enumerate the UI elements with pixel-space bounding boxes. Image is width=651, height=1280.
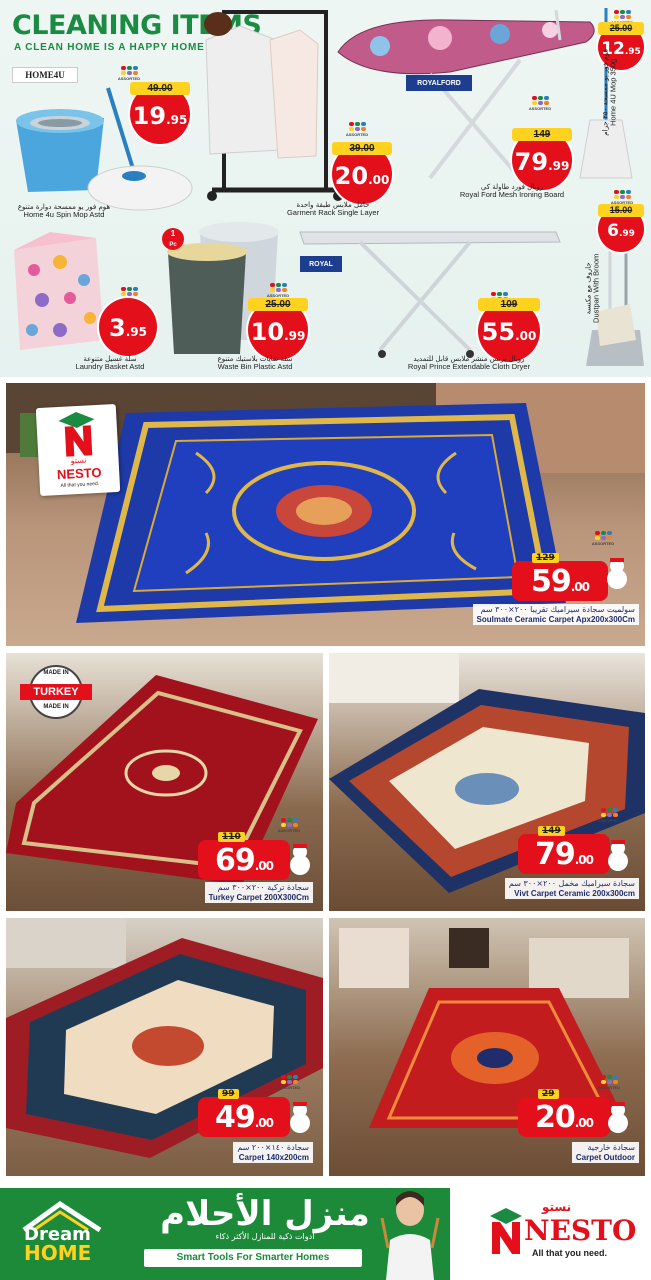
garment-rack-image xyxy=(204,10,343,201)
price-tag-laundry-basket: 3.95 xyxy=(99,298,157,356)
price-tag-waste-bin: 25.00 10.99 xyxy=(248,298,308,360)
assorted-badge: ASSORTED xyxy=(344,122,370,137)
label-cloth-dryer: رويال برنس منشر ملابس قابل للتمديد Royal … xyxy=(407,355,531,372)
nesto-footer-ar: نستو xyxy=(542,1200,572,1214)
price-tag-outdoor: 29 20.00 xyxy=(518,1089,610,1137)
price-tag-turkey: 110 69.00 xyxy=(198,832,290,880)
snowman-icon xyxy=(608,840,628,871)
label-spin-mop: هوم فور يو ممسحة دوارة متنوع Home 4u Spin… xyxy=(17,203,111,220)
nesto-sign: نستو NESTO All that you need. xyxy=(35,403,121,497)
label-waste-bin: سلة نفايات بلاستيك متنوع Waste Bin Plasti… xyxy=(217,355,293,372)
price-tag-cloth-dryer: 109 55.00 xyxy=(478,298,540,362)
nesto-n-icon xyxy=(490,1208,522,1254)
label-carpet-140: سجادة ١٤٠×٢٠٠ سم Carpet 140x200cm xyxy=(233,1142,313,1164)
label-outdoor: سجادة خارجية Carpet Outdoor xyxy=(571,1142,639,1164)
price-tag-vivt: 149 79.00 xyxy=(518,826,610,874)
price-tag-ironing-board: 149 79.99 xyxy=(512,128,572,190)
outdoor-carpet-panel xyxy=(329,918,645,1176)
one-piece-badge: 1 Pc xyxy=(162,228,184,250)
cleaning-items-section: CLEANING ITEMS A CLEAN HOME IS A HAPPY H… xyxy=(0,0,651,377)
label-garment-rack: حامل ملابس طبقة واحدة Garment Rack Single… xyxy=(286,201,380,218)
price-tag-spin-mop: 49.00 19.95 xyxy=(130,82,190,144)
carpet-140-image xyxy=(6,918,323,1158)
royal-logo: ROYAL xyxy=(300,256,342,272)
snowman-icon xyxy=(608,1102,628,1133)
dream-home-ar-title: منزل الأحلام xyxy=(160,1194,370,1234)
label-ironing-board: رويال فورد طاولة كي Royal Ford Mesh Ironi… xyxy=(459,183,565,200)
label-vivt: سجادة سيراميك مخمل ٢٠٠×٣٠٠ سم Vivt Carpet… xyxy=(504,878,639,900)
turkey-badge-top: MADE IN xyxy=(43,670,69,676)
price-tag-carpet-140: 99 49.00 xyxy=(198,1089,290,1137)
assorted-badge: ASSORTED xyxy=(596,808,622,823)
label-dustpan: جاروف مع مكنسة Dustpan With Broom xyxy=(584,253,601,323)
woman-with-utensils-image xyxy=(380,1191,440,1280)
label-turkey: سجادة تركية ٢٠٠×٣٠٠ سم Turkey Carpet 200X… xyxy=(204,882,313,904)
nesto-footer-en: NESTO xyxy=(524,1214,637,1247)
outdoor-carpet-image xyxy=(339,928,629,1128)
assorted-badge: ASSORTED xyxy=(609,190,635,205)
label-home4u-mop: هوم فور يو ممسحة ٣٥٠ جرام Home 4U Mop 350… xyxy=(601,48,618,136)
assorted-badge: ASSORTED xyxy=(590,531,616,546)
assorted-badge: ASSORTED xyxy=(596,1075,622,1090)
home-word: HOME xyxy=(24,1241,92,1265)
dream-home-tagline: Smart Tools For Smarter Homes xyxy=(144,1249,362,1267)
label-laundry-basket: سلة غسيل متنوعة Laundry Basket Astd xyxy=(75,355,145,372)
assorted-badge: ASSORTED xyxy=(527,96,553,111)
nesto-footer-tagline: All that you need. xyxy=(532,1248,608,1258)
assorted-badge: ASSORTED xyxy=(265,283,291,298)
assorted-badge: ASSORTED xyxy=(276,1075,302,1090)
dream-home-wordmark: Dream HOME xyxy=(24,1226,92,1265)
price-tag-dustpan: 15.00 6.99 xyxy=(598,204,644,252)
assorted-badge: ASSORTED xyxy=(276,818,302,833)
home4u-logo: HOME4U xyxy=(12,67,78,83)
snowman-icon xyxy=(290,1102,310,1133)
assorted-badge: ASSORTED xyxy=(116,66,142,81)
label-soulmate: سولميت سجادة سيراميك تقريبا ٢٠٠×٣٠٠ سم So… xyxy=(472,604,639,626)
royalford-logo: ROYALFORD xyxy=(406,75,472,91)
made-in-turkey-badge: MADE IN TURKEY MADE IN xyxy=(16,662,96,722)
carpet-140-panel xyxy=(6,918,323,1176)
price-tag-garment-rack: 39.00 20.00 xyxy=(332,142,392,204)
laundry-basket-image xyxy=(14,232,104,350)
dream-home-ar-subtitle: أدوات ذكية للمنازل الأكثر ذكاء xyxy=(215,1232,315,1241)
snowman-icon xyxy=(607,558,627,589)
turkey-badge-middle: TURKEY xyxy=(33,686,79,698)
turkey-badge-bottom: MADE IN xyxy=(43,704,69,710)
price-tag-soulmate: 129 59.00 xyxy=(512,553,608,601)
snowman-icon xyxy=(290,844,310,875)
nesto-footer-logo: نستو NESTO All that you need. xyxy=(480,1200,636,1270)
